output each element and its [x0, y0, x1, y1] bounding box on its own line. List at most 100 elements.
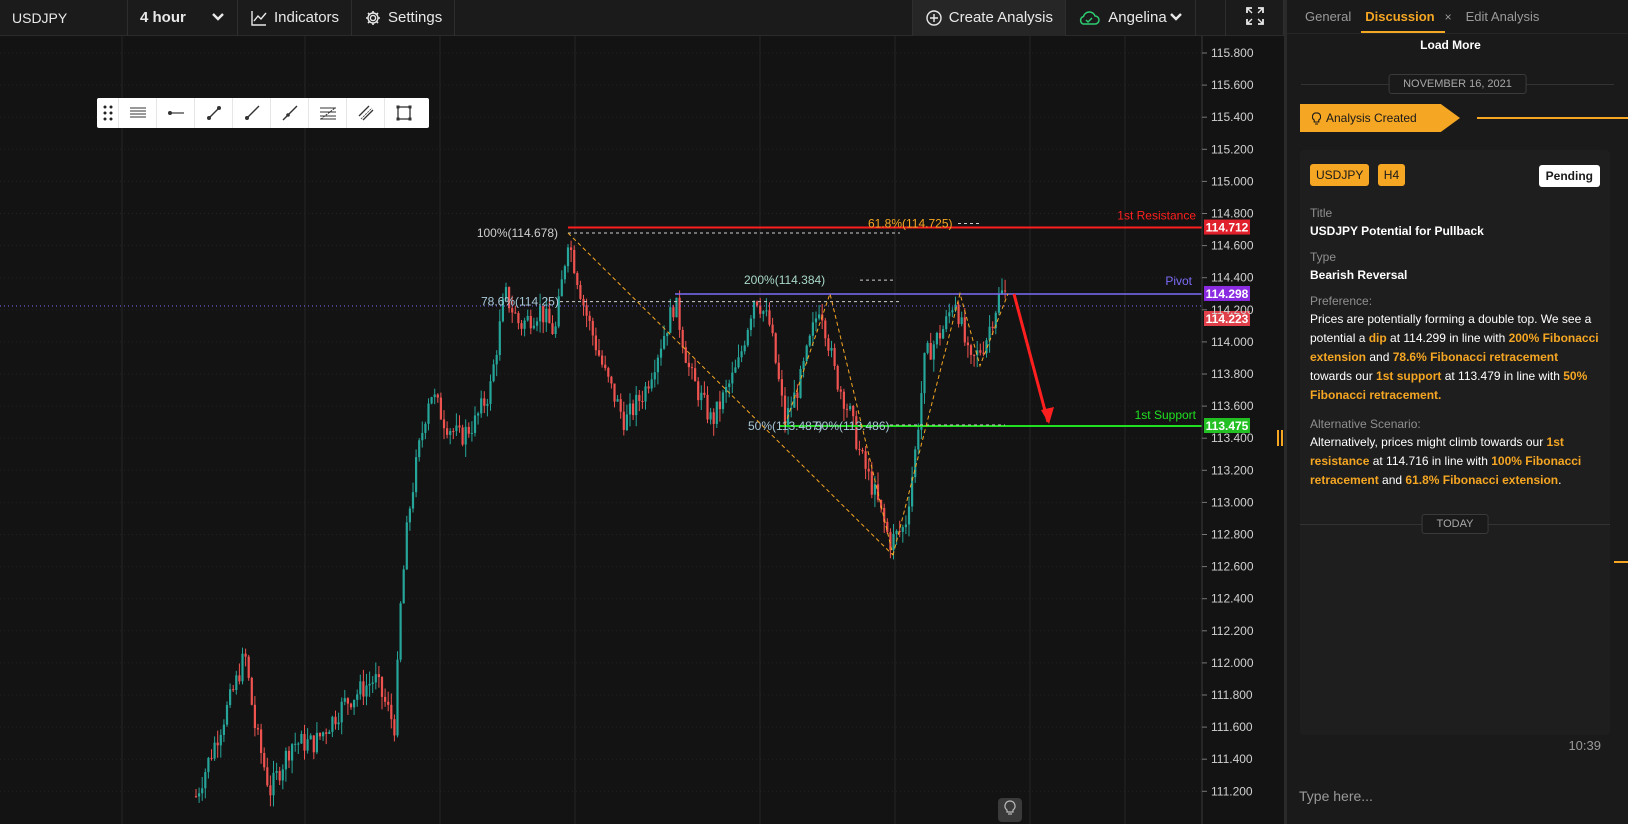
create-analysis-button[interactable]: Create Analysis [912, 0, 1066, 36]
line-chart-icon [250, 9, 268, 27]
candle-body [281, 769, 284, 781]
candle-body [901, 527, 904, 532]
candle-body [765, 310, 768, 312]
load-more-link[interactable]: Load More [1273, 38, 1628, 52]
axis-tick-label: 115.200 [1211, 142, 1254, 156]
candle-body [628, 403, 632, 415]
candle-body [644, 386, 647, 402]
candle-body [997, 293, 1000, 313]
axis-tick-label: 115.600 [1211, 78, 1254, 92]
indicators-button[interactable]: Indicators [238, 0, 353, 36]
close-icon[interactable]: × [1445, 10, 1462, 33]
alternative-label: Alternative Scenario: [1310, 417, 1421, 431]
panel-tabs: General Discussion × Edit Analysis [1287, 0, 1628, 34]
candle-body [449, 431, 452, 435]
settings-button[interactable]: Settings [352, 0, 456, 36]
candle-body [210, 757, 213, 759]
chart-canvas[interactable]: 1st ResistancePivot1st Support114.712114… [0, 36, 1284, 824]
axis-tick-label: 113.000 [1211, 495, 1254, 509]
candle-body [973, 354, 976, 356]
candle-body [638, 394, 641, 401]
plus-circle-icon [925, 9, 943, 27]
drag-handle-icon[interactable] [97, 98, 119, 128]
horizontal-lines-icon[interactable] [119, 98, 157, 128]
candle-body [839, 389, 842, 392]
fib-retracement-icon[interactable] [309, 98, 347, 128]
candle-body [213, 742, 216, 759]
candle-body [725, 386, 728, 393]
rectangle-icon[interactable] [385, 98, 423, 128]
interval-dropdown[interactable]: 4 hour [128, 0, 238, 36]
preference-label: Preference: [1310, 294, 1373, 308]
tab-general[interactable]: General [1301, 9, 1361, 33]
candle-body [238, 675, 241, 682]
price-chart[interactable]: 1st Resistance Pivot 1st Support 114.712 114… [0, 36, 1284, 824]
candle-body [244, 653, 247, 657]
ray-line-icon[interactable] [233, 98, 271, 128]
candle-body [963, 317, 966, 343]
scroll-indicator [1614, 561, 1628, 563]
candle-body [232, 689, 235, 691]
candle-body [442, 419, 446, 429]
panel-resize-handle[interactable] [1277, 430, 1283, 446]
candle-body [204, 772, 207, 789]
parallel-channel-icon[interactable] [347, 98, 385, 128]
lightbulb-icon [1004, 799, 1016, 821]
symbol-selector[interactable]: USDJPY [0, 0, 128, 36]
candle-body [622, 411, 625, 430]
candle-body [446, 428, 449, 435]
horizontal-ray-icon[interactable] [157, 98, 195, 128]
fib-200-label: 200%(114.384) [744, 273, 825, 287]
candle-body [349, 703, 353, 708]
candle-body [746, 330, 749, 346]
candle-body [867, 468, 870, 472]
idea-button[interactable] [998, 798, 1022, 822]
candle-body [334, 716, 337, 725]
candle-body [870, 471, 873, 495]
candle-body [597, 350, 601, 356]
candle-body [343, 698, 346, 702]
candle-body [647, 386, 650, 389]
candle-body [892, 533, 895, 550]
candle-body [706, 394, 709, 420]
chart-toolbar: USDJPY 4 hour Indicators Settings Create… [0, 0, 1284, 36]
candle-body [861, 449, 864, 452]
candle-body [480, 398, 483, 414]
candle-body [768, 310, 771, 325]
candle-body [198, 793, 201, 797]
axis-tick-label: 114.600 [1211, 239, 1254, 253]
fullscreen-button[interactable] [1226, 0, 1284, 36]
candle-body [250, 677, 253, 705]
candle-body [362, 681, 365, 697]
candle-body [681, 329, 684, 348]
extended-line-icon[interactable] [271, 98, 309, 128]
candle-body [399, 603, 402, 660]
candle-body [700, 392, 703, 401]
candle-body [932, 344, 935, 360]
candle-body [960, 317, 963, 325]
candle-body [535, 321, 539, 326]
candle-body [653, 372, 656, 380]
tab-edit-analysis[interactable]: Edit Analysis [1462, 9, 1550, 33]
candle-body [380, 677, 384, 697]
candle-body [610, 376, 613, 384]
candle-body [266, 767, 269, 786]
candle-body [728, 383, 731, 387]
alternative-text: Alternatively, prices might climb toward… [1310, 435, 1582, 487]
candle-body [576, 273, 579, 285]
candle-body [464, 426, 467, 445]
candle-body [368, 683, 371, 686]
candle-body [473, 415, 477, 433]
analysis-side-panel: General Discussion × Edit Analysis Load … [1284, 0, 1628, 824]
user-menu[interactable]: Angelina [1066, 0, 1196, 36]
cloud-check-icon [1078, 9, 1100, 27]
candle-body [306, 739, 309, 751]
chat-input[interactable] [1287, 767, 1628, 824]
chart-grid [0, 36, 1202, 824]
trend-line-icon[interactable] [195, 98, 233, 128]
candle-body [802, 361, 805, 370]
candle-body [601, 355, 604, 365]
candle-body [229, 689, 232, 706]
tab-discussion[interactable]: Discussion [1361, 9, 1445, 33]
candle-body [780, 379, 783, 396]
